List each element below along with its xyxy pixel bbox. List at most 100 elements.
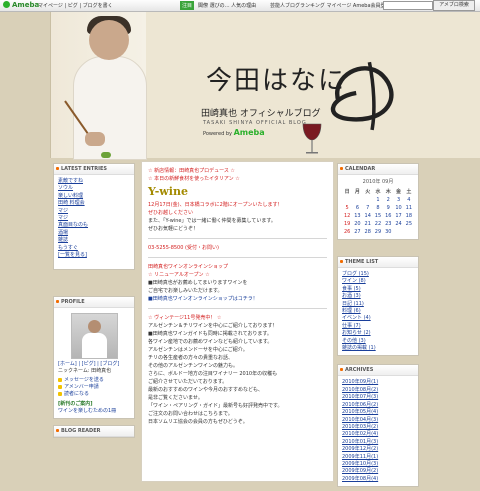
calendar-day[interactable]: 25	[404, 220, 414, 228]
calendar-day[interactable]: 14	[363, 212, 373, 220]
calendar-day[interactable]: 17	[393, 212, 403, 220]
theme-link[interactable]: 日記 (11)	[342, 301, 414, 308]
post-line: ご注文のお問い合わせはこちらまで。	[148, 411, 233, 417]
calendar-day[interactable]: 1	[373, 196, 383, 204]
calendar-box: CALENDAR 2010年 09月 日 月 火 水 木 金 土 1 2 3 4…	[337, 163, 419, 240]
post-line: ☆ リニューアルオープン ☆	[148, 272, 210, 278]
theme-link[interactable]: お知らせ (2)	[342, 330, 414, 337]
calendar-day[interactable]: 18	[404, 212, 414, 220]
calendar-day[interactable]	[352, 196, 362, 204]
top-navigation-bar: Ameba マイページ | ピグ | ブログを書く 注目 閣僚 選びの… 人気の…	[0, 0, 480, 12]
calendar-day[interactable]: 19	[342, 220, 352, 228]
send-message-link[interactable]: メッセージを送る	[64, 377, 104, 383]
calendar-day[interactable]: 4	[404, 196, 414, 204]
calendar-month: 2010年 09月	[362, 179, 394, 185]
calendar-day[interactable]: 21	[363, 220, 373, 228]
calendar-day[interactable]: 26	[342, 228, 352, 236]
archive-link[interactable]: 2010年07月(3)	[342, 394, 414, 401]
archive-link[interactable]: 2010年01月(3)	[342, 439, 414, 446]
calendar-day[interactable]: 6	[352, 204, 362, 212]
entry-link[interactable]: 酒場	[58, 230, 130, 237]
amember-request-link[interactable]: アメンバー申請	[64, 384, 99, 390]
post-line: ぜひお越しください	[148, 210, 194, 216]
shop-link[interactable]: ■田崎真也ワインオンラインショップはコチラ！	[148, 295, 327, 303]
profile-nav-links[interactable]: [ホーム] | [ピグ] | [ブログ]	[58, 361, 130, 368]
calendar-day[interactable]: 9	[383, 204, 393, 212]
blog-reader-title: BLOG READER	[54, 426, 134, 437]
profile-avatar[interactable]	[70, 313, 118, 359]
archive-link[interactable]: 2009年12月(2)	[342, 446, 414, 453]
calendar-day[interactable]: 13	[352, 212, 362, 220]
calendar-day[interactable]: 27	[352, 228, 362, 236]
archive-link[interactable]: 2010年06月(2)	[342, 402, 414, 409]
y-wine-logo[interactable]: Y-wine	[148, 185, 327, 198]
search-input[interactable]	[383, 1, 433, 10]
top-nav-links[interactable]: マイページ | ピグ | ブログを書く	[38, 2, 113, 9]
become-reader-link[interactable]: 読者になる	[64, 391, 89, 397]
post-line: 各ワイン産地でのお薦めワインなども紹介しています。	[148, 339, 273, 345]
archive-link[interactable]: 2009年09月(2)	[342, 468, 414, 475]
calendar-day[interactable]: 20	[352, 220, 362, 228]
top-right-links[interactable]: 芸能人ブログランキング マイページ Ameba会員登録	[270, 2, 391, 9]
blog-reader-box: BLOG READER	[53, 425, 135, 438]
calendar-day[interactable]: 22	[373, 220, 383, 228]
post-line: ご紹介させていただいております。	[148, 379, 228, 385]
archive-link[interactable]: 2009年11月(1)	[342, 454, 414, 461]
theme-link[interactable]: ワイン (8)	[342, 278, 414, 285]
calendar-day[interactable]	[393, 228, 403, 236]
theme-link[interactable]: その他 (3)	[342, 338, 414, 345]
latest-entries-box: LATEST ENTRIES 素敵ですね ソウル 楽しい料理 田崎 料理会 マジ…	[53, 163, 135, 270]
blog-name[interactable]: 田崎真也 オフィシャルブログ	[201, 106, 321, 119]
ameba-logo[interactable]: Ameba	[3, 1, 39, 9]
entry-link[interactable]: マジ	[58, 208, 130, 215]
calendar-day[interactable]: 11	[404, 204, 414, 212]
calendar-day[interactable]: 28	[363, 228, 373, 236]
calendar-day[interactable]: 16	[383, 212, 393, 220]
calendar-day[interactable]: 15	[373, 212, 383, 220]
theme-link[interactable]: お酒 (3)	[342, 293, 414, 300]
calendar-day[interactable]: 3	[393, 196, 403, 204]
entry-list-all-link[interactable]: [一覧を見る]	[58, 252, 130, 259]
calendar-day[interactable]	[342, 196, 352, 204]
entry-link[interactable]: ソウル	[58, 185, 130, 192]
search-button[interactable]: アメブロ検索	[433, 0, 475, 11]
entry-link[interactable]: 雑誌	[58, 237, 130, 244]
calendar-day[interactable]: 5	[342, 204, 352, 212]
books-sub[interactable]: ワインを楽しむための1冊	[58, 408, 130, 415]
archive-link[interactable]: 2010年04月(3)	[342, 417, 414, 424]
archive-link[interactable]: 2010年05月(4)	[342, 409, 414, 416]
theme-link[interactable]: 雑誌の掲載 (1)	[342, 345, 414, 352]
calendar-day[interactable]: 7	[363, 204, 373, 212]
calendar-day[interactable]	[363, 196, 373, 204]
theme-link[interactable]: 料理 (6)	[342, 308, 414, 315]
calendar-day[interactable]: 10	[393, 204, 403, 212]
archive-link[interactable]: 2009年08月(4)	[342, 476, 414, 483]
calendar-day[interactable]	[404, 228, 414, 236]
calendar-day[interactable]: 24	[393, 220, 403, 228]
chef-photo	[51, 12, 147, 160]
post-line: ご自宅でお楽しみいただけます。	[148, 288, 223, 294]
entry-link[interactable]: もうすぐ	[58, 245, 130, 252]
calendar-day[interactable]: 12	[342, 212, 352, 220]
topic-headline-link[interactable]: 閣僚 選びの… 人気の理由	[198, 2, 256, 9]
calendar-day[interactable]: 23	[383, 220, 393, 228]
message-icon	[58, 378, 62, 382]
post-line: また、「Y-wine」では一緒に働く仲間を募集しています。	[148, 218, 276, 224]
post-line: 「ワイン・ペアリング・ガイド」最新号も好評発売中です。	[148, 403, 283, 409]
entry-link[interactable]: 田崎 料理会	[58, 200, 130, 207]
calendar-day[interactable]: 29	[373, 228, 383, 236]
archive-link[interactable]: 2010年09月(1)	[342, 379, 414, 386]
theme-link[interactable]: イベント (4)	[342, 315, 414, 322]
post-line: 是非ご覧くださいませ。	[148, 395, 203, 401]
archive-link[interactable]: 2010年02月(4)	[342, 431, 414, 438]
books-label[interactable]: [新刊のご案内]	[58, 401, 130, 408]
calendar-day[interactable]: 2	[383, 196, 393, 204]
theme-link[interactable]: ブログ (15)	[342, 271, 414, 278]
post-divider	[148, 238, 327, 239]
calendar-day[interactable]: 8	[373, 204, 383, 212]
calendar-title: CALENDAR	[338, 164, 418, 175]
entry-link[interactable]: 真面目なのも	[58, 222, 130, 229]
weekday-label: 日	[344, 189, 350, 195]
post-divider	[148, 308, 327, 309]
calendar-day[interactable]: 30	[383, 228, 393, 236]
